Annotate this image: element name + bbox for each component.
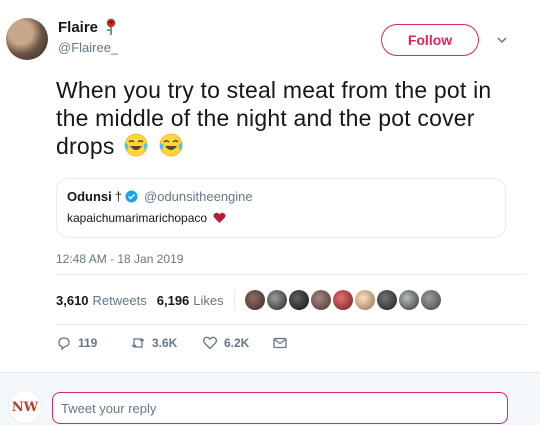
tears-of-joy-icon — [159, 133, 183, 157]
retweets-stat[interactable]: 3,610 Retweets — [56, 293, 147, 308]
tweet-actions: 119 3.6K 6.2K — [56, 332, 288, 354]
reply-icon — [58, 337, 70, 351]
like-count: 6.2K — [224, 336, 250, 350]
likes-stat[interactable]: 6,196 Likes — [157, 293, 224, 308]
retweets-count: 3,610 — [56, 292, 89, 308]
quoted-tweet-text-content: kapaichumarimarichopaco — [67, 211, 208, 225]
chevron-down-icon[interactable] — [496, 34, 508, 46]
liker-avatar[interactable] — [310, 290, 331, 310]
tweet-header: Flaire @Flairee_ Follow — [0, 0, 540, 70]
verified-icon — [125, 190, 138, 203]
retweets-label: Retweets — [92, 292, 147, 308]
tears-of-joy-icon — [124, 133, 148, 157]
divider — [56, 274, 526, 275]
retweet-count: 3.6K — [152, 336, 178, 350]
likes-label: Likes — [193, 292, 224, 308]
author-avatar[interactable] — [6, 18, 48, 60]
rose-icon — [106, 18, 116, 35]
liker-avatar[interactable] — [398, 290, 419, 310]
heart-icon — [202, 336, 218, 350]
quoted-tweet-header: Odunsi † @odunsitheengine — [67, 189, 253, 204]
quoted-tweet-text: kapaichumarimarichopaco — [67, 211, 226, 225]
red-heart-icon — [213, 212, 226, 223]
reply-input[interactable]: Tweet your reply — [52, 392, 508, 424]
quoted-tweet[interactable]: Odunsi † @odunsitheengine kapaichumarima… — [56, 178, 506, 238]
tweet-text: When you try to steal meat from the pot … — [56, 76, 526, 160]
current-user-avatar: NW — [8, 390, 42, 424]
author-name-row: Flaire — [58, 18, 118, 36]
liker-avatar[interactable] — [288, 290, 309, 310]
reply-bar: NW Tweet your reply — [0, 372, 540, 425]
tweet-stats: 3,610 Retweets 6,196 Likes — [56, 286, 441, 314]
likes-count: 6,196 — [156, 292, 190, 308]
liker-avatar[interactable] — [332, 290, 353, 310]
reply-button[interactable]: 119 — [56, 335, 126, 351]
quoted-author-name-symbol: † — [114, 189, 123, 204]
retweet-icon — [131, 338, 145, 348]
author-handle[interactable]: @Flairee_ — [58, 40, 118, 55]
follow-button[interactable]: Follow — [381, 24, 479, 56]
tweet-text-content: When you try to steal meat from the pot … — [56, 77, 492, 159]
like-button[interactable]: 6.2K — [202, 335, 272, 351]
liker-avatar[interactable] — [354, 290, 375, 310]
liker-avatar[interactable] — [376, 290, 397, 310]
quoted-author-handle: @odunsitheengine — [144, 189, 253, 204]
tweet-timestamp[interactable]: 12:48 AM - 18 Jan 2019 — [56, 252, 183, 266]
author-display-name[interactable]: Flaire — [58, 19, 98, 36]
direct-message-button[interactable] — [272, 335, 288, 351]
liker-avatar[interactable] — [420, 290, 441, 310]
divider — [233, 289, 235, 311]
liker-avatars — [244, 290, 441, 310]
liker-avatar[interactable] — [266, 290, 287, 310]
quoted-author-name: Odunsi — [67, 189, 112, 204]
reply-count: 119 — [78, 336, 98, 350]
retweet-button[interactable]: 3.6K — [130, 335, 200, 351]
divider — [56, 324, 526, 325]
liker-avatar[interactable] — [244, 290, 265, 310]
envelope-icon — [273, 337, 287, 349]
